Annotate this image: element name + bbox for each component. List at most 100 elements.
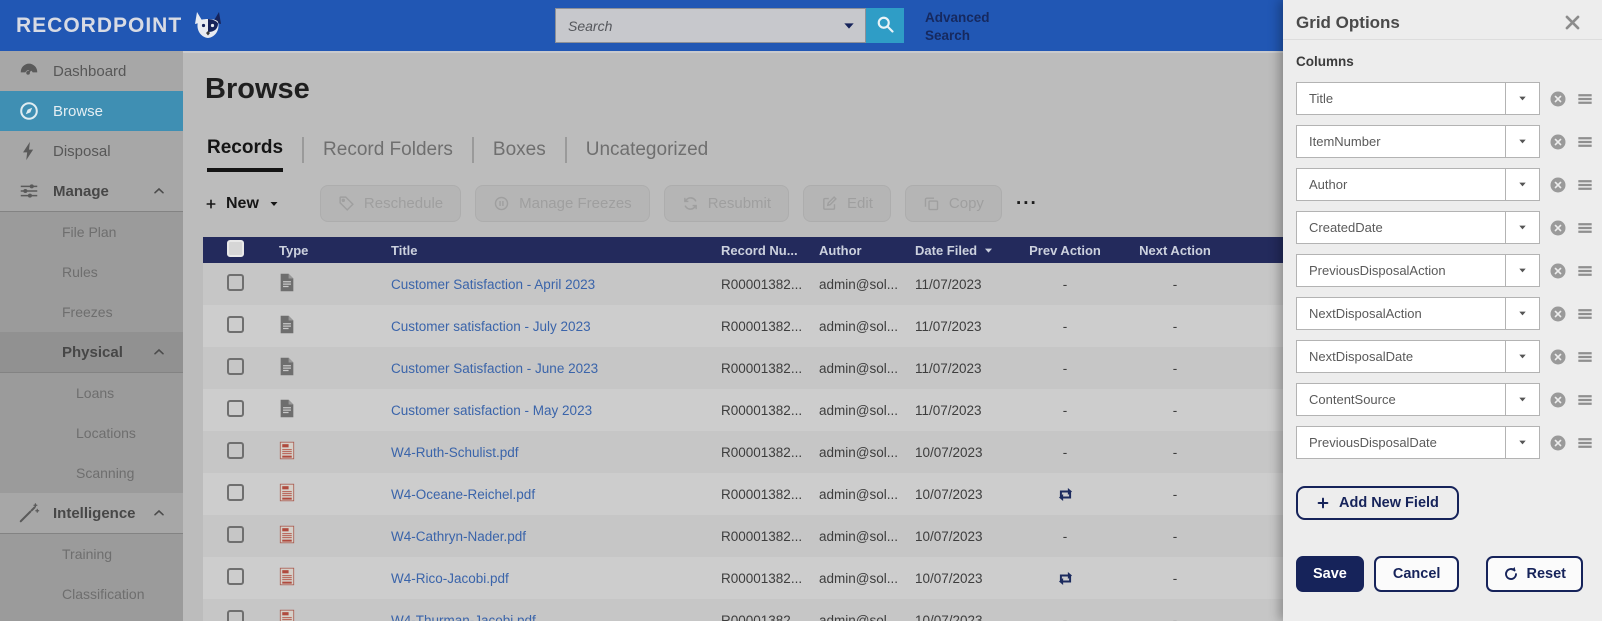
column-field-select-title[interactable]: Title [1296,82,1540,115]
row-checkbox[interactable] [227,526,244,543]
column-field-select-itemnumber[interactable]: ItemNumber [1296,125,1540,158]
save-button[interactable]: Save [1296,556,1364,592]
record-title-link[interactable]: W4-Rico-Jacobi.pdf [391,571,509,586]
sidebar-item-intelligence[interactable]: Intelligence [0,493,183,534]
edit-button[interactable]: Edit [803,185,891,222]
remove-field-icon[interactable] [1549,348,1567,366]
remove-field-icon[interactable] [1549,391,1567,409]
search-input[interactable] [555,8,833,43]
sidebar-item-scanning[interactable]: Scanning [0,453,183,493]
column-header-record-nu[interactable]: Record Nu... [701,243,803,258]
drag-handle-icon[interactable] [1575,261,1595,281]
drag-handle-icon[interactable] [1575,89,1595,109]
row-select-cell [203,316,259,336]
column-field-select-createddate[interactable]: CreatedDate [1296,211,1540,244]
new-button[interactable]: New [205,185,280,222]
row-checkbox[interactable] [227,358,244,375]
sidebar-item-loans[interactable]: Loans [0,373,183,413]
reset-button[interactable]: Reset [1485,556,1583,592]
sidebar-item-dashboard[interactable]: Dashboard [0,51,183,91]
row-checkbox[interactable] [227,568,244,585]
column-field-select-nextdisposalaction[interactable]: NextDisposalAction [1296,297,1540,330]
caret-down-icon[interactable] [1505,126,1539,157]
record-title-link[interactable]: W4-Cathryn-Nader.pdf [391,529,526,544]
add-new-field-button[interactable]: Add New Field [1296,486,1459,520]
remove-field-icon[interactable] [1549,434,1567,452]
search-scope-caret[interactable] [833,8,866,43]
search-button[interactable] [866,8,904,43]
sidebar-item-disposal[interactable]: Disposal [0,131,183,171]
sidebar-item-classification[interactable]: Classification [0,574,183,614]
caret-down-icon[interactable] [1505,255,1539,286]
tab-uncategorized[interactable]: Uncategorized [586,139,709,170]
sidebar-item-training[interactable]: Training [0,534,183,574]
tab-boxes[interactable]: Boxes [493,139,546,170]
tab-record-folders[interactable]: Record Folders [323,139,453,170]
table-row: W4-Thurman-Jacobi.pdf R00001382... admin@s… [203,599,1283,621]
remove-field-icon[interactable] [1549,262,1567,280]
column-field-select-previousdisposalaction[interactable]: PreviousDisposalAction [1296,254,1540,287]
row-checkbox[interactable] [227,400,244,417]
caret-down-icon[interactable] [1505,212,1539,243]
caret-down-icon[interactable] [1505,169,1539,200]
drag-handle-icon[interactable] [1575,304,1595,324]
column-field-select-author[interactable]: Author [1296,168,1540,201]
record-title-link[interactable]: W4-Oceane-Reichel.pdf [391,487,535,502]
caret-down-icon[interactable] [1505,341,1539,372]
record-title-link[interactable]: Customer Satisfaction - June 2023 [391,361,598,376]
caret-down-icon[interactable] [1505,427,1539,458]
manage-freezes-button[interactable]: Manage Freezes [475,185,650,222]
drag-handle-icon[interactable] [1575,218,1595,238]
drag-handle-icon[interactable] [1575,175,1595,195]
sidebar-item-locations[interactable]: Locations [0,413,183,453]
row-checkbox[interactable] [227,610,244,621]
drag-handle-icon[interactable] [1575,433,1595,453]
record-title-link[interactable]: W4-Thurman-Jacobi.pdf [391,613,536,621]
copy-button[interactable]: Copy [904,185,1002,222]
cancel-button[interactable]: Cancel [1373,556,1460,592]
sidebar-item-rules[interactable]: Rules [0,252,183,292]
sidebar-item-manage[interactable]: Manage [0,171,183,212]
caret-down-icon[interactable] [1505,83,1539,114]
sidebar-item-physical[interactable]: Physical [0,332,183,373]
drag-handle-icon[interactable] [1575,390,1595,410]
reschedule-button[interactable]: Reschedule [319,185,462,222]
column-header-date-filed[interactable]: Date Filed [899,243,1011,258]
remove-field-icon[interactable] [1549,219,1567,237]
more-actions-button[interactable]: ... [1016,188,1042,220]
record-title-link[interactable]: Customer satisfaction - July 2023 [391,319,591,334]
remove-field-icon[interactable] [1549,176,1567,194]
row-checkbox[interactable] [227,442,244,459]
record-title-link[interactable]: Customer satisfaction - May 2023 [391,403,592,418]
row-checkbox[interactable] [227,316,244,333]
column-field-value: ItemNumber [1309,134,1381,149]
pdf-file-icon [279,525,295,544]
column-header-prev-action[interactable]: Prev Action [1011,243,1119,258]
record-title-link[interactable]: Customer Satisfaction - April 2023 [391,277,595,292]
column-header-title[interactable]: Title [361,243,701,258]
column-header-type[interactable]: Type [259,243,361,258]
advanced-search-link[interactable]: Advanced Search [925,9,1009,44]
sidebar-item-file-plan[interactable]: File Plan [0,212,183,252]
record-title-link[interactable]: W4-Ruth-Schulist.pdf [391,445,519,460]
remove-field-icon[interactable] [1549,133,1567,151]
close-icon[interactable] [1563,13,1582,32]
row-checkbox[interactable] [227,484,244,501]
caret-down-icon[interactable] [1505,384,1539,415]
column-header-next-action[interactable]: Next Action [1119,243,1231,258]
select-all-checkbox[interactable] [227,240,244,257]
remove-field-icon[interactable] [1549,90,1567,108]
tab-records[interactable]: Records [207,137,284,172]
remove-field-icon[interactable] [1549,305,1567,323]
caret-down-icon[interactable] [1505,298,1539,329]
column-field-select-nextdisposaldate[interactable]: NextDisposalDate [1296,340,1540,373]
row-checkbox[interactable] [227,274,244,291]
column-header-author[interactable]: Author [803,243,899,258]
drag-handle-icon[interactable] [1575,347,1595,367]
sidebar-item-freezes[interactable]: Freezes [0,292,183,332]
resubmit-button[interactable]: Resubmit [663,185,790,222]
column-field-select-previousdisposaldate[interactable]: PreviousDisposalDate [1296,426,1540,459]
column-field-select-contentsource[interactable]: ContentSource [1296,383,1540,416]
drag-handle-icon[interactable] [1575,132,1595,152]
sidebar-item-browse[interactable]: Browse [0,91,183,131]
